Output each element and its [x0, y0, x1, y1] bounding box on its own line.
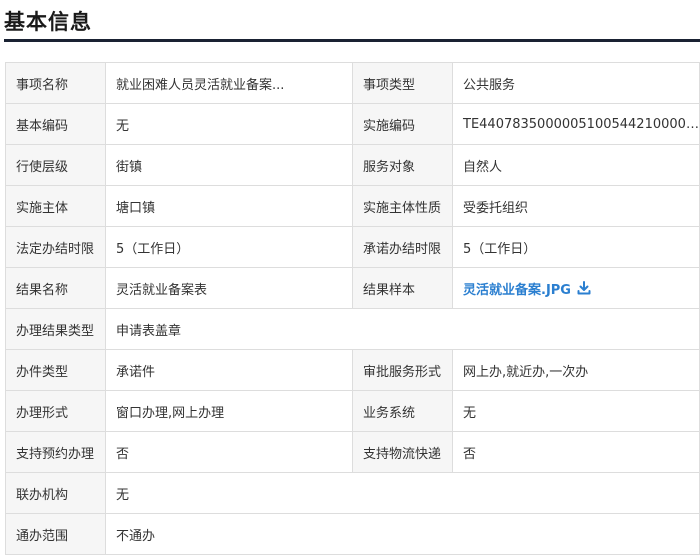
field-value-case-type: 承诺件	[105, 349, 353, 391]
field-label-body-nature: 实施主体性质	[352, 185, 453, 227]
field-value-service-form: 网上办,就近办,一次办	[452, 349, 700, 391]
field-label-general-scope: 通办范围	[5, 513, 106, 555]
table-row: 支持预约办理 否 支持物流快递 否	[5, 431, 700, 473]
table-row: 通办范围 不通办	[5, 513, 700, 555]
field-label-result-name: 结果名称	[5, 267, 106, 309]
field-label-implementation-code: 实施编码	[352, 103, 453, 145]
field-value-joint-agency: 无	[105, 472, 700, 514]
field-label-exercise-level: 行使层级	[5, 144, 106, 186]
result-sample-filename: 灵活就业备案.JPG	[463, 282, 571, 298]
table-row: 办件类型 承诺件 审批服务形式 网上办,就近办,一次办	[5, 349, 700, 391]
field-label-item-name: 事项名称	[5, 62, 106, 104]
field-value-result-sample: 灵活就业备案.JPG	[452, 267, 700, 309]
table-row: 联办机构 无	[5, 472, 700, 514]
field-label-service-form: 审批服务形式	[352, 349, 453, 391]
field-value-appointment-support: 否	[105, 431, 353, 473]
field-label-joint-agency: 联办机构	[5, 472, 106, 514]
field-value-item-name: 就业困难人员灵活就业备案...	[105, 62, 353, 104]
result-sample-download-link[interactable]: 灵活就业备案.JPG	[463, 279, 591, 298]
field-label-service-target: 服务对象	[352, 144, 453, 186]
table-row: 事项名称 就业困难人员灵活就业备案... 事项类型 公共服务	[5, 62, 700, 104]
field-value-implementing-body: 塘口镇	[105, 185, 353, 227]
section-header: 基本信息	[4, 0, 700, 42]
field-label-case-type: 办件类型	[5, 349, 106, 391]
table-row: 基本编码 无 实施编码 TE44078350000051005442100000…	[5, 103, 700, 145]
table-row: 办理形式 窗口办理,网上办理 业务系统 无	[5, 390, 700, 432]
field-label-promised-time-limit: 承诺办结时限	[352, 226, 453, 268]
field-label-handling-form: 办理形式	[5, 390, 106, 432]
field-value-promised-time-limit: 5（工作日）	[452, 226, 700, 268]
table-row: 行使层级 街镇 服务对象 自然人	[5, 144, 700, 186]
download-icon	[577, 281, 591, 295]
field-value-business-system: 无	[452, 390, 700, 432]
field-label-result-type: 办理结果类型	[5, 308, 106, 350]
field-label-appointment-support: 支持预约办理	[5, 431, 106, 473]
field-value-item-type: 公共服务	[452, 62, 700, 104]
table-row: 结果名称 灵活就业备案表 结果样本 灵活就业备案.JPG	[5, 267, 700, 309]
page-title: 基本信息	[4, 10, 92, 34]
field-value-result-name: 灵活就业备案表	[105, 267, 353, 309]
field-label-logistics-support: 支持物流快递	[352, 431, 453, 473]
field-label-basic-code: 基本编码	[5, 103, 106, 145]
table-row: 实施主体 塘口镇 实施主体性质 受委托组织	[5, 185, 700, 227]
field-value-legal-time-limit: 5（工作日）	[105, 226, 353, 268]
field-value-exercise-level: 街镇	[105, 144, 353, 186]
table-row: 办理结果类型 申请表盖章	[5, 308, 700, 350]
table-row: 法定办结时限 5（工作日） 承诺办结时限 5（工作日）	[5, 226, 700, 268]
field-value-general-scope: 不通办	[105, 513, 700, 555]
field-value-body-nature: 受委托组织	[452, 185, 700, 227]
basic-info-table: 事项名称 就业困难人员灵活就业备案... 事项类型 公共服务 基本编码 无 实施…	[5, 62, 700, 555]
field-label-implementing-body: 实施主体	[5, 185, 106, 227]
field-value-result-type: 申请表盖章	[105, 308, 700, 350]
field-label-item-type: 事项类型	[352, 62, 453, 104]
field-label-business-system: 业务系统	[352, 390, 453, 432]
field-value-logistics-support: 否	[452, 431, 700, 473]
field-label-legal-time-limit: 法定办结时限	[5, 226, 106, 268]
field-value-implementation-code: TE440783500000510054421000000071	[452, 103, 700, 145]
field-value-handling-form: 窗口办理,网上办理	[105, 390, 353, 432]
field-value-service-target: 自然人	[452, 144, 700, 186]
field-label-result-sample: 结果样本	[352, 267, 453, 309]
field-value-basic-code: 无	[105, 103, 353, 145]
